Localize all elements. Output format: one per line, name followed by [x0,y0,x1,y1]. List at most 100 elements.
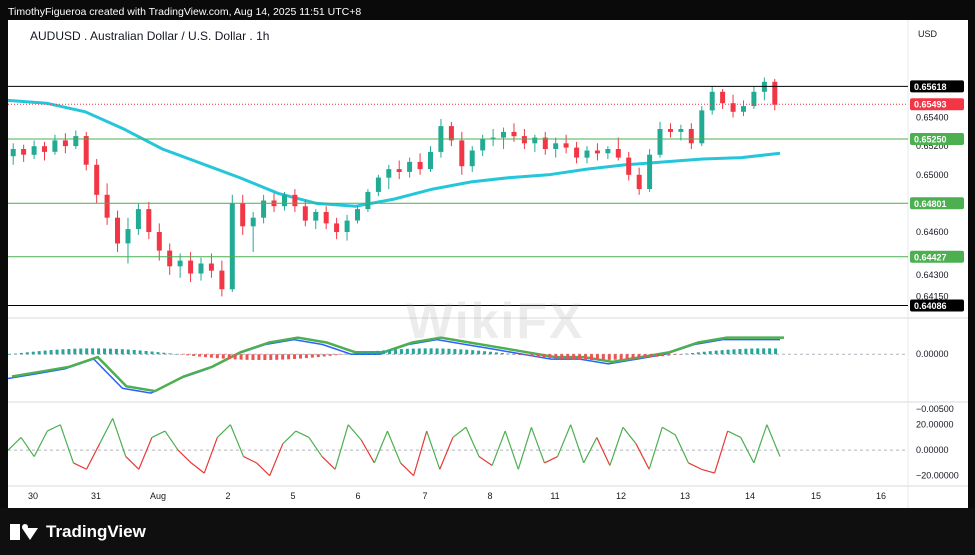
oscillator-line [203,437,218,474]
x-tick-label: 14 [745,491,755,501]
snapshot-credit: TimothyFigueroa created with TradingView… [8,6,362,18]
oscillator-line [517,427,532,470]
x-tick-label: 2 [225,491,230,501]
macd-histogram-bar [8,354,11,355]
macd-histogram-bar [524,354,528,356]
macd-histogram-bar [637,354,641,359]
macd-histogram-bar [673,354,677,355]
macd-histogram-bar [477,350,481,355]
x-tick-label: 5 [290,491,295,501]
macd-histogram-bar [49,350,53,355]
candle-body [521,136,527,144]
macd-histogram-bar [364,352,368,355]
x-tick-label: Aug [150,491,166,501]
candle-body [313,212,319,221]
macd-histogram-bar [162,352,166,355]
candle-body [375,177,381,192]
x-tick-label: 13 [680,491,690,501]
x-tick-label: 16 [876,491,886,501]
macd-histogram-bar [494,352,498,355]
macd-histogram-bar [762,348,766,355]
oscillator-line [701,468,715,474]
candle-body [407,161,413,172]
macd-histogram-bar [37,351,41,355]
price-chart-svg[interactable]: 0.654000.652000.650000.646000.643000.641… [8,20,968,508]
candle-body [177,260,183,267]
macd-histogram-bar [227,354,231,360]
macd-histogram-bar [31,351,35,355]
oscillator-line [138,437,153,470]
candle-body [626,157,632,175]
candle-body [741,106,746,112]
macd-histogram-bar [399,349,403,355]
candle-body [480,139,486,151]
macd-tick-label: −0.00500 [916,404,954,414]
macd-histogram-bar [696,352,700,355]
candle-body [668,129,673,132]
candle-body [31,146,37,155]
candle-body [42,146,47,152]
macd-histogram-bar [661,354,665,357]
macd-histogram-bar [388,349,392,355]
candle-body [532,137,538,144]
oscillator-line [73,462,87,470]
candle-body [501,131,506,138]
oscillator-line [674,434,689,464]
candle-body [292,194,298,207]
candle-body [584,150,590,158]
macd-histogram-bar [607,354,611,360]
oscillator-line [452,426,467,438]
candle-body [188,260,194,274]
candle-body [52,140,58,152]
macd-histogram-bar [126,349,130,355]
macd-histogram-bar [750,348,754,355]
macd-histogram-bar [584,354,588,360]
candle-body [302,206,308,221]
candle-body [208,263,214,271]
macd-histogram-bar [370,351,374,355]
macd-histogram-bar [738,348,742,355]
macd-histogram-bar [108,348,112,355]
candle-body [73,136,79,147]
y-tick-label: 0.65000 [916,170,949,180]
candle-body [282,194,287,207]
tradingview-logo[interactable]: TradingView [10,522,146,542]
macd-histogram-bar [322,354,326,357]
macd-histogram-bar [708,351,712,355]
candle-body [344,220,350,232]
candle-body [688,129,694,144]
macd-histogram-bar [530,354,534,357]
macd-histogram-bar [500,353,504,355]
macd-histogram-bar [293,354,297,359]
oscillator-line [256,462,271,477]
macd-histogram-bar [198,354,202,357]
macd-histogram-bar [310,354,314,358]
macd-histogram-bar [684,353,688,355]
oscillator-tick-label: 20.00000 [916,420,954,430]
candle-body [657,129,663,155]
oscillator-line [714,430,729,474]
macd-histogram-bar [251,354,255,360]
chart-area[interactable]: 0.65400 0.65200 0.65000 0.64600 0.64300 0.641… [8,20,968,508]
macd-histogram-bar [275,354,279,360]
candle-body [709,91,715,111]
macd-histogram-bar [720,350,724,355]
candle-body [448,126,454,141]
candle-body [83,136,89,165]
candle-body [553,143,559,149]
macd-histogram-bar [548,354,552,358]
x-tick-label: 30 [28,491,38,501]
moving-average-line [8,98,781,208]
macd-histogram-bar [180,354,184,355]
tradingview-logo-icon [10,524,38,540]
candle-body [678,129,684,132]
macd-histogram-bar [358,352,362,355]
macd-histogram-bar [518,354,522,355]
macd-histogram-bar [245,354,249,360]
macd-histogram-bar [304,354,308,359]
macd-histogram-bar [73,348,77,355]
candle-body [229,203,235,290]
oscillator-line [373,430,389,464]
macd-histogram-bar [631,354,635,359]
candle-body [146,209,152,232]
